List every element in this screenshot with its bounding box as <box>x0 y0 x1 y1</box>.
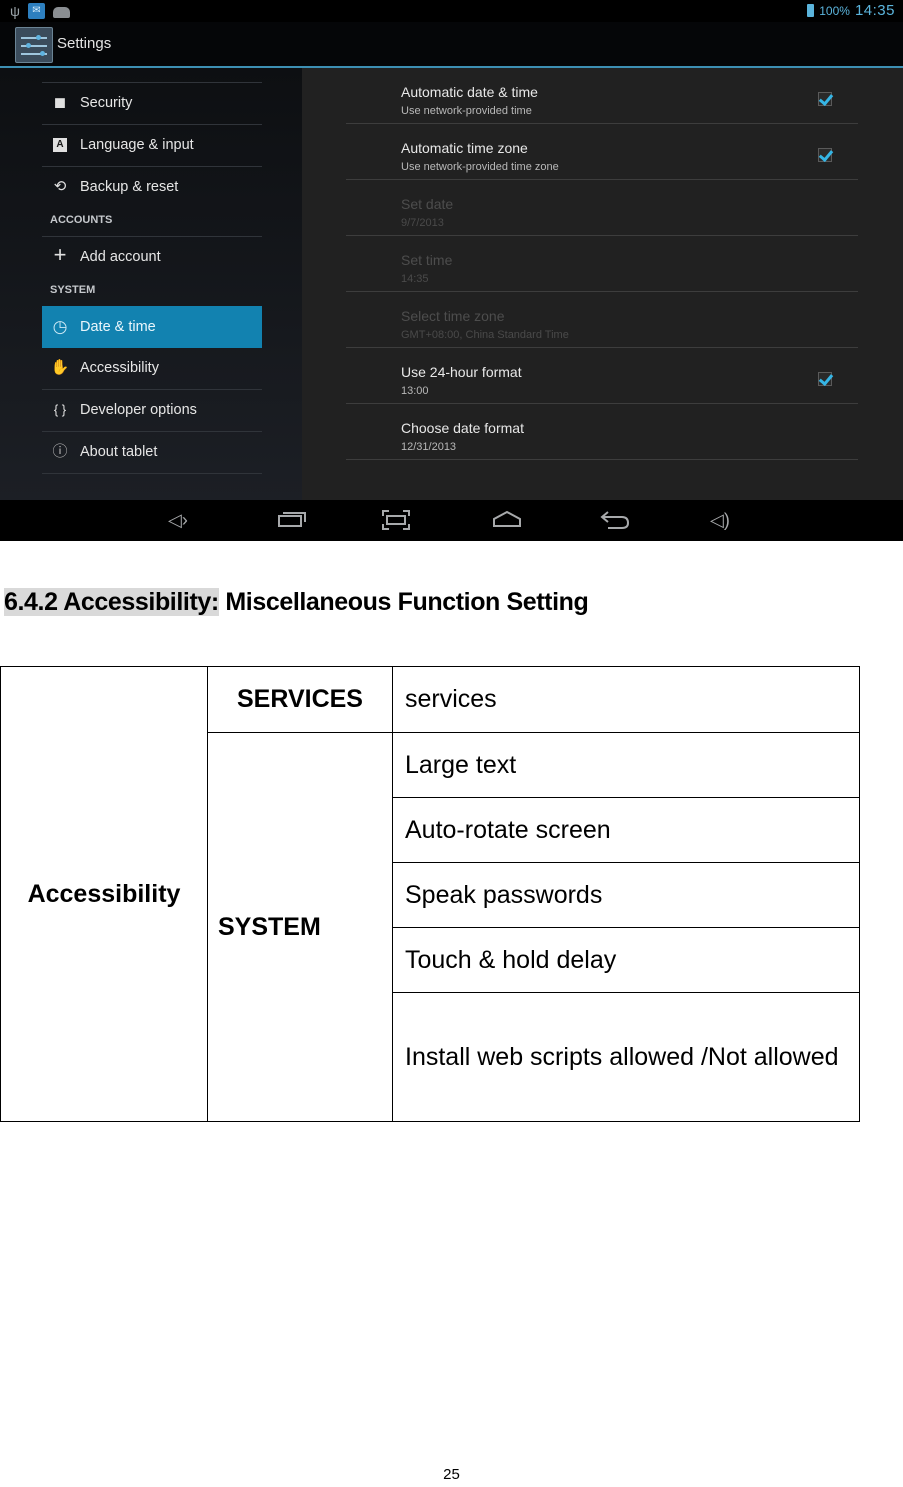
settings-sliders-icon[interactable] <box>15 27 53 63</box>
sidebar-item-label: Backup & reset <box>80 179 179 195</box>
pref-automatic-date-time[interactable]: Automatic date & time Use network-provid… <box>346 68 858 124</box>
pref-title: Use 24-hour format <box>401 364 522 380</box>
recent-apps-icon[interactable] <box>278 510 306 532</box>
sidebar-item-language-input[interactable]: A Language & input <box>42 124 262 166</box>
sidebar-item-add-account[interactable]: + Add account <box>42 236 262 278</box>
volume-down-icon[interactable]: ◁› <box>168 510 188 530</box>
volume-up-icon[interactable]: ◁) <box>710 510 730 530</box>
section-heading: 6.4.2 Accessibility: Miscellaneous Funct… <box>4 588 589 617</box>
pref-use-24-hour-format[interactable]: Use 24-hour format 13:00 <box>346 348 858 404</box>
group-cell-services: SERVICES <box>207 666 393 733</box>
accessibility-function-table: Accessibility SERVICES services SYSTEM L… <box>0 666 860 1122</box>
lock-icon: ◼ <box>53 94 67 111</box>
pref-automatic-time-zone[interactable]: Automatic time zone Use network-provided… <box>346 124 858 180</box>
status-bar: ψ ✉ 100% 14:35 <box>0 0 903 22</box>
language-icon: A <box>53 138 67 152</box>
pref-select-time-zone: Select time zone GMT+08:00, China Standa… <box>346 292 858 348</box>
info-icon: ⓘ <box>52 443 68 460</box>
sidebar-item-label: Language & input <box>80 137 194 153</box>
sidebar-item-label: Date & time <box>80 319 156 335</box>
checkbox-checked[interactable] <box>818 372 832 386</box>
pref-summary: 12/31/2013 <box>401 441 457 453</box>
pref-summary: 13:00 <box>401 385 429 397</box>
sidebar-item-security[interactable]: ◼ Security <box>42 82 262 124</box>
pref-title: Choose date format <box>401 420 524 436</box>
pref-title: Set time <box>401 252 453 268</box>
sidebar-item-label: Accessibility <box>80 360 159 376</box>
item-cell: Speak passwords <box>392 862 860 928</box>
sidebar-item-backup-reset[interactable]: ⟲ Backup & reset <box>42 166 262 208</box>
battery-percent: 100% <box>819 3 850 18</box>
pref-title: Automatic date & time <box>401 84 538 100</box>
sidebar-divider <box>42 473 262 475</box>
pref-title: Select time zone <box>401 308 505 324</box>
page-number: 25 <box>443 1466 460 1483</box>
item-cell: Large text <box>392 732 860 798</box>
group-cell-system: SYSTEM <box>207 732 393 1122</box>
date-time-panel: Automatic date & time Use network-provid… <box>302 68 903 500</box>
sidebar-header-accounts: ACCOUNTS <box>50 214 113 226</box>
sidebar-item-date-time[interactable]: ◷ Date & time <box>42 306 262 348</box>
braces-icon: { } <box>53 402 67 417</box>
checkbox-checked[interactable] <box>818 92 832 106</box>
pref-summary: 14:35 <box>401 273 429 285</box>
clock-icon: ◷ <box>52 317 68 336</box>
sidebar-item-label: Security <box>80 95 133 111</box>
pref-summary: Use network-provided time <box>401 105 532 117</box>
section-heading-rest: Miscellaneous Function Setting <box>218 588 589 616</box>
screenshot-icon[interactable] <box>382 510 410 534</box>
usb-icon: ψ <box>10 3 20 19</box>
item-cell: Auto-rotate screen <box>392 797 860 863</box>
sidebar-item-label: About tablet <box>80 444 158 460</box>
back-icon[interactable] <box>600 510 630 534</box>
sidebar-item-label: Add account <box>80 249 161 265</box>
status-time: 14:35 <box>854 2 895 19</box>
backup-restore-icon: ⟲ <box>53 178 67 195</box>
checkbox-checked[interactable] <box>818 148 832 162</box>
item-cell: Touch & hold delay <box>392 927 860 993</box>
pref-title: Automatic time zone <box>401 140 528 156</box>
item-cell: Install web scripts allowed /Not allowed <box>392 992 860 1122</box>
navigation-bar: ◁› ◁) <box>0 500 903 541</box>
action-bar: Settings <box>0 22 903 68</box>
add-icon: + <box>53 242 67 267</box>
sidebar-item-developer-options[interactable]: { } Developer options <box>42 389 262 431</box>
sidebar-item-about-tablet[interactable]: ⓘ About tablet <box>42 431 262 473</box>
android-bot-icon <box>52 7 70 18</box>
pref-summary: GMT+08:00, China Standard Time <box>401 329 569 341</box>
hand-icon: ✋ <box>50 359 70 376</box>
pref-summary: 9/7/2013 <box>401 217 444 229</box>
pref-choose-date-format[interactable]: Choose date format 12/31/2013 <box>346 404 858 460</box>
pref-title: Set date <box>401 196 454 212</box>
pref-set-time: Set time 14:35 <box>346 236 858 292</box>
mail-icon: ✉ <box>27 3 45 19</box>
settings-sidebar: ◼ Security A Language & input ⟲ Backup &… <box>0 68 302 500</box>
table-row: Accessibility SERVICES services <box>0 666 860 1122</box>
sidebar-header-system: SYSTEM <box>50 284 96 296</box>
home-icon[interactable] <box>492 510 522 532</box>
sidebar-item-accessibility[interactable]: ✋ Accessibility <box>42 348 262 389</box>
category-cell: Accessibility <box>0 666 208 1122</box>
pref-summary: Use network-provided time zone <box>401 161 559 173</box>
section-heading-highlight: 6.4.2 Accessibility: <box>4 588 219 616</box>
android-settings-screenshot: ψ ✉ 100% 14:35 Settings ◼ Security A Lan… <box>0 0 903 541</box>
app-title: Settings <box>57 35 112 52</box>
item-cell: services <box>392 666 860 733</box>
battery-charging-icon <box>807 4 815 17</box>
pref-set-date: Set date 9/7/2013 <box>346 180 858 236</box>
sidebar-item-label: Developer options <box>80 402 197 418</box>
